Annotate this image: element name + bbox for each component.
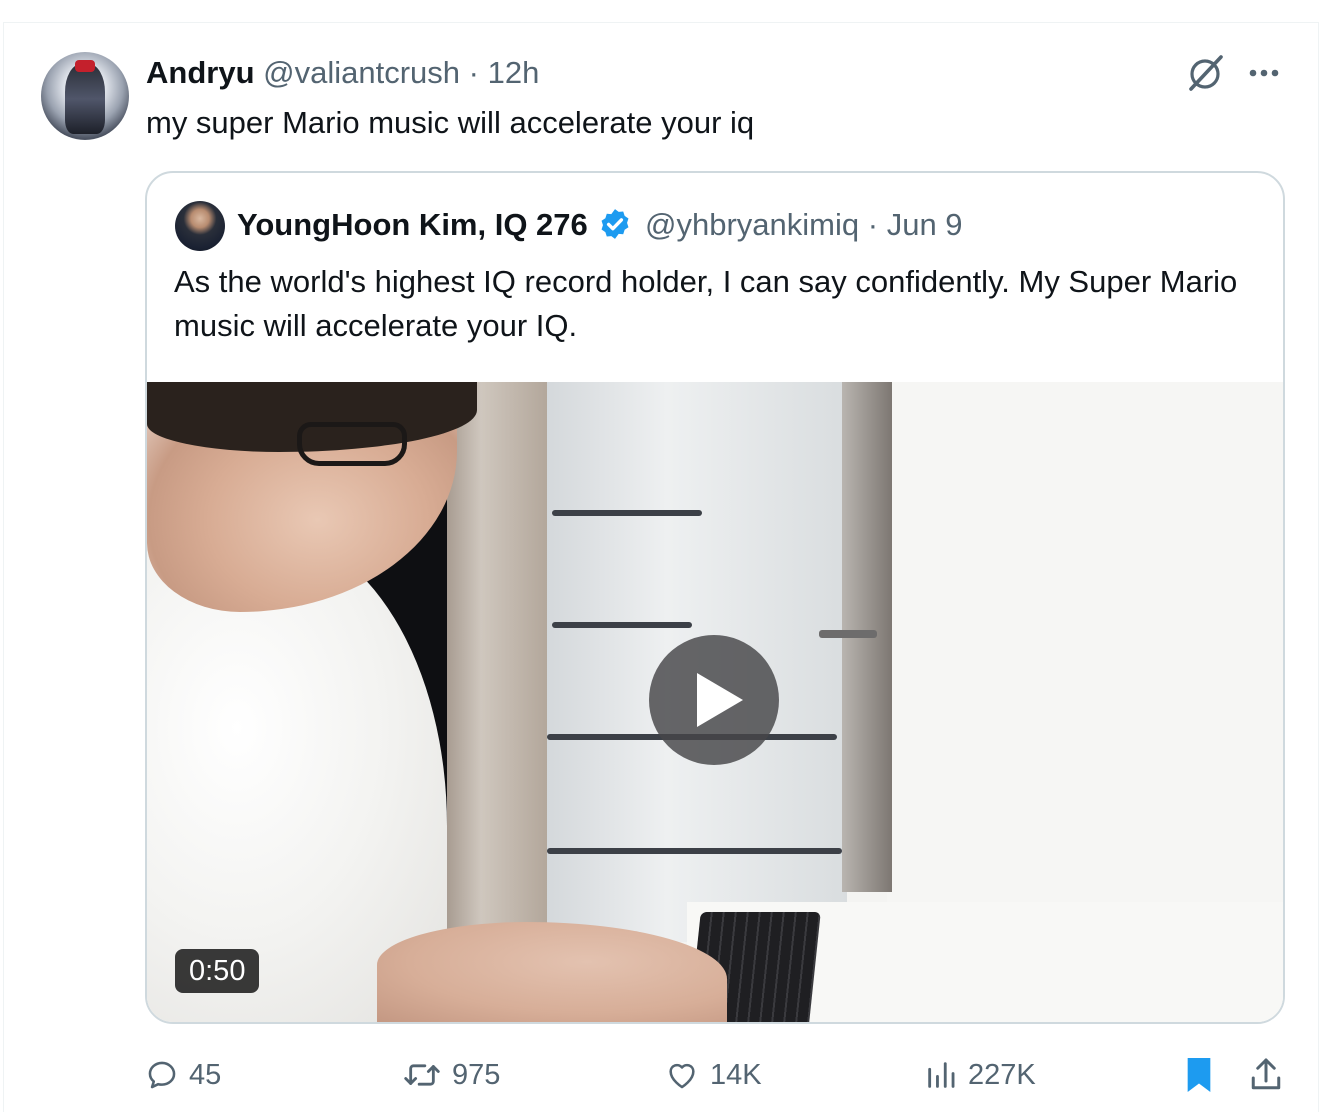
reply-icon xyxy=(148,1061,176,1089)
quoted-header-separator: · xyxy=(867,207,879,242)
video-player[interactable]: 0:50 xyxy=(147,382,1283,1022)
like-button[interactable]: 14K xyxy=(664,1053,762,1097)
grok-icon[interactable] xyxy=(1185,53,1225,93)
tweet-card[interactable]: Andryu @valiantcrush · 12h my super Mari… xyxy=(3,22,1319,1112)
views-icon xyxy=(928,1062,955,1088)
quoted-tweet-text: As the world's highest IQ record holder,… xyxy=(174,264,1238,343)
quoted-author-name[interactable]: YoungHoon Kim, IQ 276 xyxy=(237,207,588,242)
more-icon[interactable] xyxy=(1246,59,1282,87)
action-bar: 45 975 14K 227K xyxy=(4,1053,1320,1097)
reply-count: 45 xyxy=(189,1058,222,1091)
video-duration-badge: 0:50 xyxy=(175,949,260,993)
play-icon xyxy=(697,673,743,727)
glass-stripe xyxy=(552,510,702,516)
verified-badge-icon xyxy=(601,209,629,239)
quoted-tweet[interactable]: YoungHoon Kim, IQ 276 @yhbryankimiq · Ju… xyxy=(145,171,1285,1024)
person-glasses xyxy=(297,422,407,466)
header-separator: · xyxy=(468,55,479,90)
avatar[interactable] xyxy=(41,52,129,140)
repost-button[interactable]: 975 xyxy=(402,1053,500,1097)
like-count: 14K xyxy=(710,1058,762,1091)
quoted-tweet-header: YoungHoon Kim, IQ 276 @yhbryankimiq · Ju… xyxy=(237,203,963,247)
author-handle[interactable]: @valiantcrush xyxy=(263,55,460,90)
tweet-header: Andryu @valiantcrush · 12h xyxy=(146,53,539,93)
views-button[interactable]: 227K xyxy=(924,1053,1036,1097)
avatar-crest xyxy=(75,60,95,72)
views-count: 227K xyxy=(968,1058,1036,1091)
heart-icon xyxy=(669,1063,695,1089)
door-handle xyxy=(819,630,877,638)
tweet-text: my super Mario music will accelerate you… xyxy=(146,105,755,140)
quoted-author-avatar[interactable] xyxy=(175,201,225,251)
repost-icon xyxy=(404,1064,440,1086)
bookmark-icon[interactable] xyxy=(1182,1055,1216,1095)
tweet-time[interactable]: 12h xyxy=(488,55,540,90)
repost-count: 975 xyxy=(452,1058,501,1091)
avatar-figure xyxy=(65,64,105,134)
play-button[interactable] xyxy=(649,635,779,765)
reply-button[interactable]: 45 xyxy=(145,1053,221,1097)
glass-stripe xyxy=(552,622,692,628)
share-icon[interactable] xyxy=(1248,1055,1284,1095)
glass-stripe xyxy=(547,848,842,854)
author-name[interactable]: Andryu xyxy=(146,55,255,90)
quoted-tweet-date[interactable]: Jun 9 xyxy=(887,207,963,242)
quoted-author-handle[interactable]: @yhbryankimiq xyxy=(645,207,859,242)
